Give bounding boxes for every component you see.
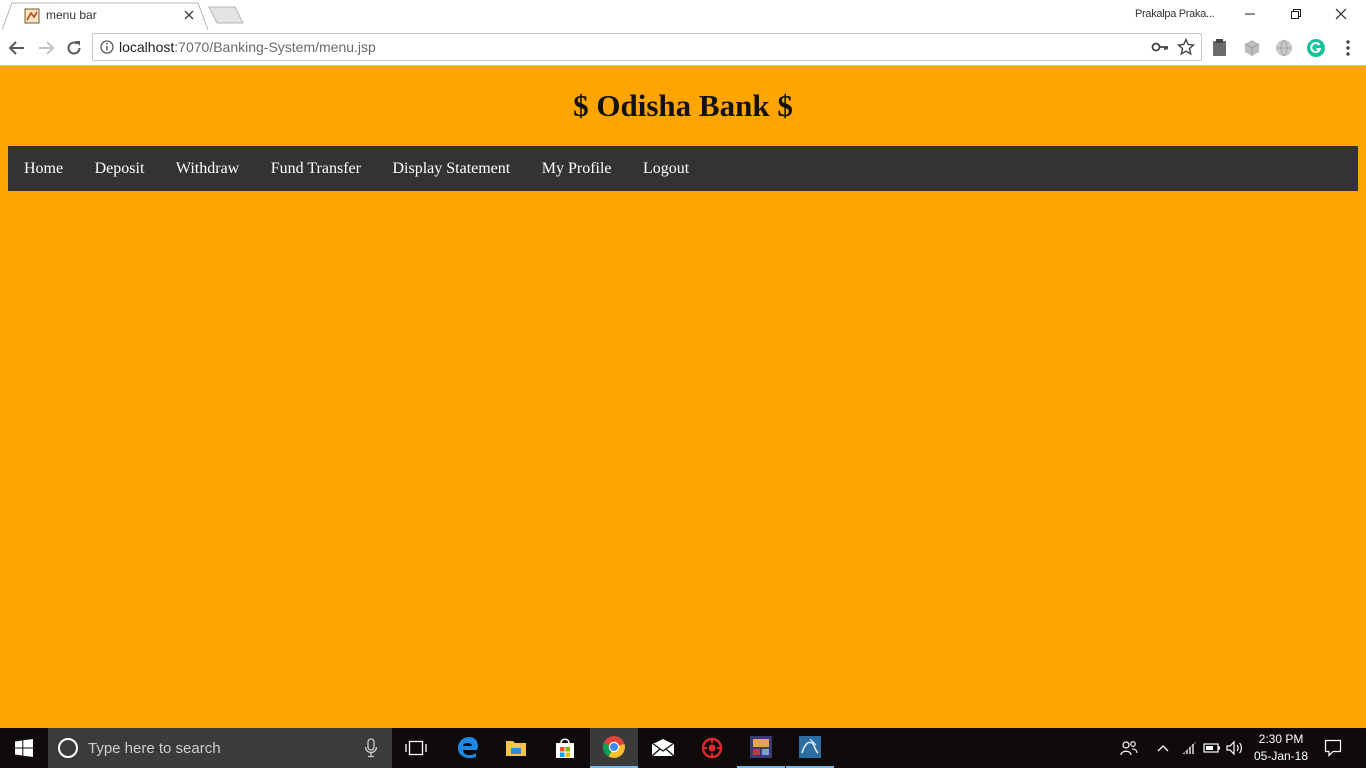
volume-button[interactable] xyxy=(1224,728,1246,768)
taskbar-mail[interactable] xyxy=(639,728,687,768)
forward-arrow-icon xyxy=(39,41,55,55)
notification-icon xyxy=(1324,739,1342,757)
mysql-workbench-icon xyxy=(799,736,821,758)
key-icon[interactable] xyxy=(1151,39,1169,55)
taskbar-app-game[interactable] xyxy=(737,728,785,768)
restore-icon xyxy=(1291,9,1301,19)
tab-title: menu bar xyxy=(46,8,97,22)
minimize-icon xyxy=(1245,13,1255,15)
battery-button[interactable] xyxy=(1202,728,1222,768)
taskbar-file-explorer[interactable] xyxy=(492,728,540,768)
search-placeholder: Type here to search xyxy=(88,740,221,757)
people-icon xyxy=(1120,741,1138,756)
network-button[interactable] xyxy=(1180,728,1200,768)
cortana-icon xyxy=(58,738,78,758)
taskbar-mysql-workbench[interactable] xyxy=(786,728,834,768)
site-info-icon[interactable] xyxy=(100,40,114,54)
wifi-icon xyxy=(1182,741,1197,755)
taskbar-store[interactable] xyxy=(541,728,589,768)
menu-item-logout[interactable]: Logout xyxy=(643,160,689,178)
menu-item-fund-transfer[interactable]: Fund Transfer xyxy=(271,160,361,178)
menu-item-withdraw[interactable]: Withdraw xyxy=(176,160,239,178)
extension-globe-icon[interactable] xyxy=(1274,38,1294,58)
browser-toolbar: localhost:7070/Banking-System/menu.jsp 4… xyxy=(0,30,1366,91)
folder-icon xyxy=(506,741,526,756)
reload-icon xyxy=(67,41,81,55)
taskbar-edge[interactable] xyxy=(444,728,492,768)
chevron-up-icon xyxy=(1157,745,1169,752)
restore-button[interactable] xyxy=(1273,0,1319,28)
bank-title: $ Odisha Bank $ xyxy=(573,88,793,123)
bookmark-star-icon[interactable] xyxy=(1177,38,1195,56)
forward-button[interactable] xyxy=(35,37,57,59)
tab-close-icon[interactable] xyxy=(182,8,196,22)
menu-bar: Home Deposit Withdraw Fund Transfer Disp… xyxy=(8,146,1358,191)
taskbar-clock[interactable]: 2:30 PM 05-Jan-18 xyxy=(1248,731,1314,765)
people-button[interactable] xyxy=(1116,728,1142,768)
menu-item-my-profile[interactable]: My Profile xyxy=(542,160,612,178)
store-icon xyxy=(556,738,574,758)
new-tab-button[interactable] xyxy=(208,6,244,24)
browser-tab-strip: menu bar Prakalpa Praka... xyxy=(0,0,1366,30)
chrome-icon xyxy=(602,736,625,758)
browser-tab-active[interactable]: menu bar xyxy=(2,2,209,30)
taskbar-chrome[interactable] xyxy=(590,728,638,768)
speaker-icon xyxy=(1226,740,1242,756)
address-bar[interactable]: localhost:7070/Banking-System/menu.jsp xyxy=(92,33,1202,61)
windows-logo-icon xyxy=(15,739,33,757)
back-arrow-icon xyxy=(8,41,24,55)
page-favicon-icon xyxy=(24,8,40,24)
url-path: :7070/Banking-System/menu.jsp xyxy=(174,39,376,55)
task-view-icon xyxy=(405,740,427,756)
battery-icon xyxy=(1203,743,1220,753)
url-text[interactable]: localhost:7070/Banking-System/menu.jsp xyxy=(119,39,376,55)
taskbar-search-box[interactable]: Type here to search xyxy=(48,728,392,768)
windows-taskbar: Type here to search 2:30 PM 05-Jan-18 xyxy=(0,728,1366,768)
profile-name[interactable]: Prakalpa Praka... xyxy=(1135,8,1215,20)
task-view-button[interactable] xyxy=(392,728,440,768)
microphone-icon[interactable] xyxy=(364,738,378,758)
minimize-button[interactable] xyxy=(1227,0,1273,28)
close-window-button[interactable] xyxy=(1318,0,1364,28)
edge-icon xyxy=(458,737,478,759)
action-center-button[interactable] xyxy=(1318,728,1348,768)
menu-item-deposit[interactable]: Deposit xyxy=(95,160,145,178)
chrome-menu-icon[interactable] xyxy=(1338,38,1358,58)
clock-date: 05-Jan-18 xyxy=(1253,749,1309,763)
red-gear-app-icon xyxy=(701,737,723,759)
menu-item-home[interactable]: Home xyxy=(24,160,63,178)
start-button[interactable] xyxy=(0,728,48,768)
extension-clipboard-icon[interactable] xyxy=(1210,38,1230,58)
taskbar-app-red[interactable] xyxy=(688,728,736,768)
grammarly-icon[interactable] xyxy=(1306,38,1326,58)
back-button[interactable] xyxy=(6,37,28,59)
reload-button[interactable] xyxy=(63,37,85,59)
page-body: $ Odisha Bank $ Home Deposit Withdraw Fu… xyxy=(0,66,1366,728)
clock-time: 2:30 PM xyxy=(1258,732,1304,746)
menu-item-display-statement[interactable]: Display Statement xyxy=(392,160,510,178)
mail-icon xyxy=(651,739,675,757)
show-hidden-icons-button[interactable] xyxy=(1152,728,1174,768)
url-host: localhost xyxy=(119,39,175,55)
extension-cube-icon[interactable] xyxy=(1242,38,1262,58)
game-app-icon xyxy=(750,736,772,758)
close-icon xyxy=(1335,8,1347,20)
